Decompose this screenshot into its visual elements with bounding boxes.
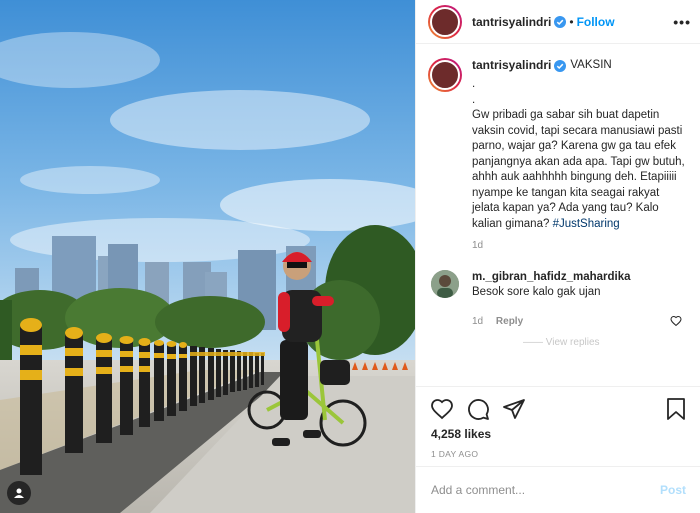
caption-text: . . Gw pribadi ga sabar sih buat dapetin… [472,77,689,232]
post-photo[interactable] [0,0,415,513]
header-separator: • [569,14,574,29]
heart-icon[interactable] [430,397,454,421]
caption-avatar[interactable] [428,58,462,92]
photo-scene [0,0,415,513]
comments-section[interactable]: tantrisyalindri VAKSIN . . Gw pribadi ga… [416,44,700,386]
post-date[interactable]: 1 DAY AGO [431,449,478,459]
bookmark-icon[interactable] [665,397,687,421]
comment-item: m._gibran_hafidz_mahardika Besok sore ka… [428,269,689,329]
view-replies-link[interactable]: —— View replies [523,337,689,348]
reply-button[interactable]: Reply [496,316,523,327]
user-tag-button[interactable] [7,481,31,505]
avatar-image [430,60,460,90]
post-comment-button[interactable]: Post [660,483,686,497]
comment-like-heart-icon[interactable] [670,315,682,327]
caption: tantrisyalindri VAKSIN . . Gw pribadi ga… [428,58,689,254]
author-username[interactable]: tantrisyalindri [472,15,551,29]
verified-badge-icon [554,60,567,72]
person-icon [14,488,24,498]
caption-location: VAKSIN [570,59,612,72]
commenter-avatar-image [431,269,459,298]
actions-block: 4,258 likes 1 DAY AGO [416,386,700,466]
likes-count[interactable]: 4,258 likes [431,427,491,441]
comment-time: 1d [472,315,484,327]
caption-time: 1d [472,240,484,251]
share-icon[interactable] [502,397,526,421]
post-header: tantrisyalindri • Follow ••• [416,0,700,44]
comment-icon[interactable] [466,397,490,421]
commenter-avatar[interactable] [431,269,459,298]
verified-badge-icon [554,15,567,28]
author-avatar[interactable] [428,4,462,39]
instagram-post: tantrisyalindri • Follow ••• tantrisyali… [0,0,700,513]
comment-body: m._gibran_hafidz_mahardika Besok sore ka… [472,270,672,329]
caption-username[interactable]: tantrisyalindri [472,58,551,74]
post-side-panel: tantrisyalindri • Follow ••• tantrisyali… [415,0,700,513]
more-options-button[interactable]: ••• [673,14,691,30]
hashtag-link[interactable]: #JustSharing [553,218,620,230]
caption-text-body: . . Gw pribadi ga sabar sih buat dapetin… [472,78,685,230]
commenter-username[interactable]: m._gibran_hafidz_mahardika [472,271,631,283]
action-icons [430,397,538,421]
follow-button[interactable]: Follow [577,15,615,29]
add-comment-input[interactable] [431,483,660,497]
comment-line: m._gibran_hafidz_mahardika [472,270,672,285]
comment-text: Besok sore kalo gak ujan [472,285,601,298]
comment-meta: 1d Reply [472,314,672,329]
avatar-image [430,6,460,37]
add-comment-bar: Post [416,466,700,513]
caption-body: tantrisyalindri VAKSIN . . Gw pribadi ga… [472,58,689,254]
